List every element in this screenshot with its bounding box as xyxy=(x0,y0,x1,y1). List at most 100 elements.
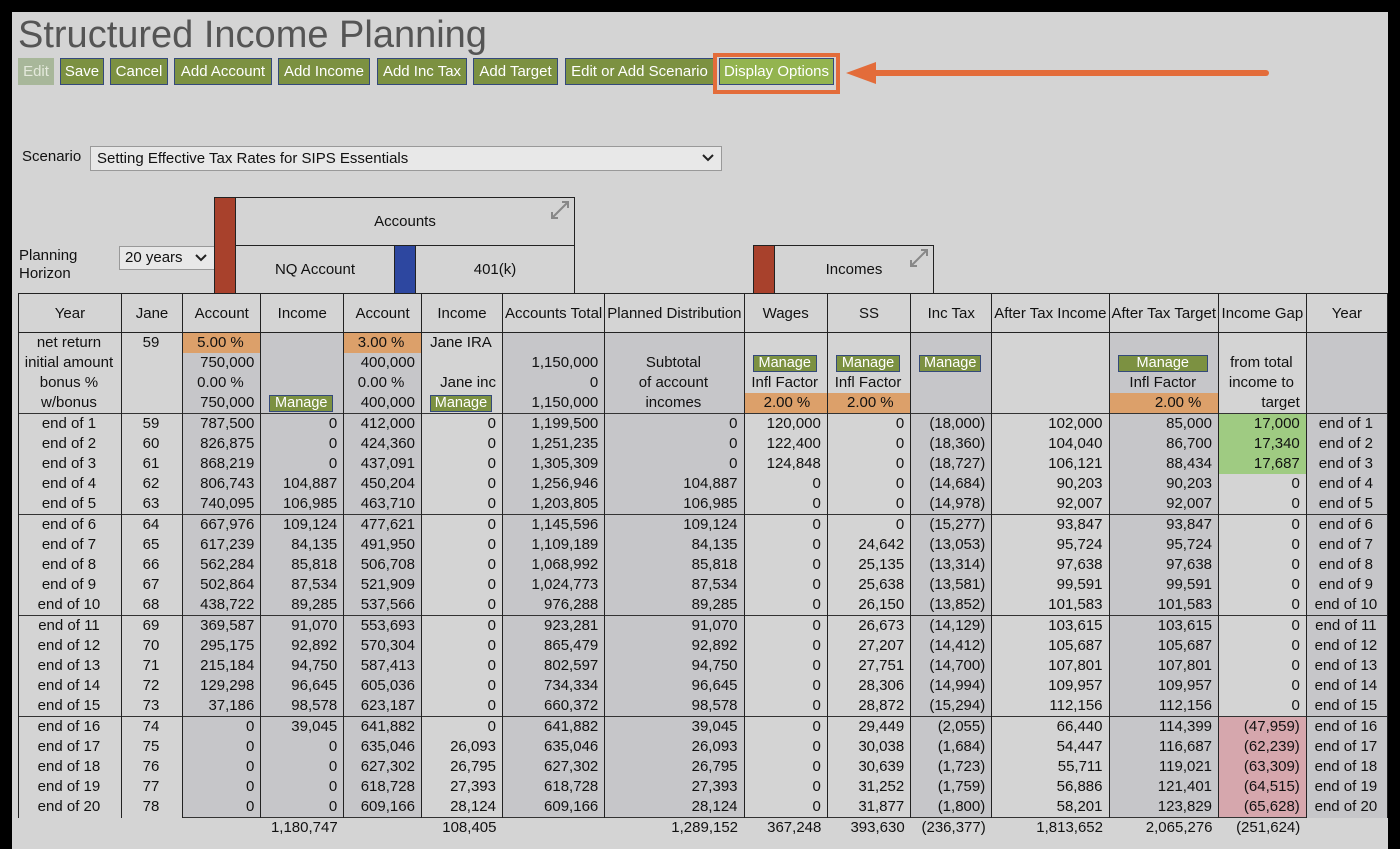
scenario-select[interactable]: Setting Effective Tax Rates for SIPS Ess… xyxy=(90,146,722,171)
cell-planned-distribution: 87,534 xyxy=(604,575,745,595)
table-row: end of 19 77 0 0 618,728 27,393 618,728 27,393 0… xyxy=(18,777,1388,797)
cell-income-gap: 17,340 xyxy=(1218,434,1307,454)
cell-after-tax-income: 99,591 xyxy=(991,575,1110,595)
header-nq-account: Account xyxy=(182,293,262,333)
k401-wbonus: 400,000 xyxy=(343,393,422,414)
cell-planned-distribution: 94,750 xyxy=(604,656,745,676)
cell-year-right: end of 13 xyxy=(1305,656,1388,676)
cell-year-right: end of 2 xyxy=(1305,434,1388,454)
total-income-gap: (251,624) xyxy=(1218,817,1307,838)
ss-manage-button[interactable]: Manage xyxy=(835,354,901,372)
cell-nq-income: 87,534 xyxy=(260,575,345,595)
cell-after-tax-income: 55,711 xyxy=(991,757,1110,777)
cell-k401-account: 437,091 xyxy=(343,454,422,474)
add-target-button[interactable]: Add Target xyxy=(473,58,558,85)
cell-year: end of 4 xyxy=(18,474,122,494)
cell-after-tax-income: 58,201 xyxy=(991,797,1110,818)
cell-jane: 59 xyxy=(120,413,184,434)
cell-k401-account: 641,882 xyxy=(343,716,422,737)
cell-inc-tax: (15,294) xyxy=(910,696,993,717)
cell-inc-tax: (1,759) xyxy=(910,777,993,797)
cell-year-right: end of 4 xyxy=(1305,474,1388,494)
cell-jane: 63 xyxy=(120,494,184,515)
cell-ss: 26,150 xyxy=(826,595,912,616)
cell-inc-tax: (14,700) xyxy=(910,656,993,676)
cell-income-gap: 0 xyxy=(1218,676,1307,696)
cancel-button[interactable]: Cancel xyxy=(110,58,168,85)
cell-year: end of 20 xyxy=(18,797,122,818)
cell-k401-income: 0 xyxy=(420,514,503,535)
cell-nq-income: 0 xyxy=(260,454,345,474)
bonus-label: bonus % xyxy=(18,373,122,393)
edit-button[interactable]: Edit xyxy=(18,58,54,85)
table-row: end of 2 60 826,875 0 424,360 0 1,251,235 0 122,… xyxy=(18,434,1388,454)
target-manage-button[interactable]: Manage xyxy=(1117,354,1209,372)
nq-net-return-input[interactable]: 5.00% xyxy=(182,332,262,353)
cell-nq-account: 0 xyxy=(182,797,262,818)
cell-year: end of 17 xyxy=(18,737,122,757)
cell-inc-tax: (18,360) xyxy=(910,434,993,454)
ss-infl-label: Infl Factor xyxy=(826,373,912,393)
cell-nq-account: 0 xyxy=(182,777,262,797)
target-infl-input[interactable]: 2.00% xyxy=(1108,393,1220,414)
cell-wages: 0 xyxy=(743,797,828,818)
cell-jane: 65 xyxy=(120,535,184,555)
cell-nq-income: 0 xyxy=(260,777,345,797)
cell-after-tax-income: 112,156 xyxy=(991,696,1110,717)
cell-year: end of 15 xyxy=(18,696,122,717)
cell-after-tax-target: 101,583 xyxy=(1108,595,1220,616)
cell-k401-account: 521,909 xyxy=(343,575,422,595)
cell-k401-account: 553,693 xyxy=(343,615,422,636)
scenario-label: Scenario xyxy=(22,148,82,165)
cell-after-tax-income: 103,615 xyxy=(991,615,1110,636)
collapse-incomes-icon[interactable] xyxy=(908,247,930,269)
planning-horizon-select[interactable]: 20 years xyxy=(119,246,215,270)
cell-nq-account: 502,864 xyxy=(182,575,262,595)
cell-accounts-total: 660,372 xyxy=(501,696,606,717)
cell-k401-income: 0 xyxy=(420,656,503,676)
highlight-box xyxy=(713,53,840,94)
k401-income-manage-button[interactable]: Manage xyxy=(429,394,492,412)
total-wbonus: 1,150,000 xyxy=(501,393,606,414)
wages-manage-button[interactable]: Manage xyxy=(752,354,817,372)
header-year: Year xyxy=(18,293,122,333)
edit-scenario-button[interactable]: Edit or Add Scenario xyxy=(565,58,714,85)
header-k401-account: Account xyxy=(343,293,422,333)
cell-income-gap: 17,000 xyxy=(1218,413,1307,434)
cell-year-right: end of 9 xyxy=(1305,575,1388,595)
cell-ss: 27,751 xyxy=(826,656,912,676)
k401-net-return-input[interactable]: 3.00% xyxy=(343,332,422,353)
add-income-button[interactable]: Add Income xyxy=(278,58,370,85)
k401-initial-amount: 400,000 xyxy=(343,353,422,373)
header-income-gap: Income Gap xyxy=(1218,293,1307,333)
cell-accounts-total: 1,199,500 xyxy=(501,413,606,434)
collapse-accounts-icon[interactable] xyxy=(549,199,571,221)
cell-after-tax-target: 121,401 xyxy=(1108,777,1220,797)
nq-income-manage-button[interactable]: Manage xyxy=(269,394,334,412)
cell-jane: 67 xyxy=(120,575,184,595)
cell-ss: 0 xyxy=(826,413,912,434)
cell-income-gap: 0 xyxy=(1218,696,1307,717)
table-row: end of 9 67 502,864 87,534 521,909 0 1,024,773… xyxy=(18,575,1388,595)
add-inc-tax-button[interactable]: Add Inc Tax xyxy=(377,58,467,85)
subtotal-label: Subtotal xyxy=(604,353,745,373)
inc-tax-manage-button[interactable]: Manage xyxy=(919,354,982,372)
cell-k401-income: 0 xyxy=(420,494,503,515)
cell-nq-account: 826,875 xyxy=(182,434,262,454)
cell-ss: 31,877 xyxy=(826,797,912,818)
cell-planned-distribution: 91,070 xyxy=(604,615,745,636)
cell-planned-distribution: 84,135 xyxy=(604,535,745,555)
cell-wages: 120,000 xyxy=(743,413,828,434)
cell-year-right: end of 10 xyxy=(1305,595,1388,616)
cell-k401-income: 0 xyxy=(420,555,503,575)
cell-accounts-total: 865,479 xyxy=(501,636,606,656)
cell-ss: 24,642 xyxy=(826,535,912,555)
cell-year-right: end of 8 xyxy=(1305,555,1388,575)
add-account-button[interactable]: Add Account xyxy=(174,58,272,85)
ss-infl-input[interactable]: 2.00% xyxy=(826,393,912,414)
cell-inc-tax: (18,000) xyxy=(910,413,993,434)
save-button[interactable]: Save xyxy=(60,58,104,85)
wages-infl-input[interactable]: 2.00% xyxy=(743,393,828,414)
cell-nq-income: 39,045 xyxy=(260,716,345,737)
cell-accounts-total: 635,046 xyxy=(501,737,606,757)
